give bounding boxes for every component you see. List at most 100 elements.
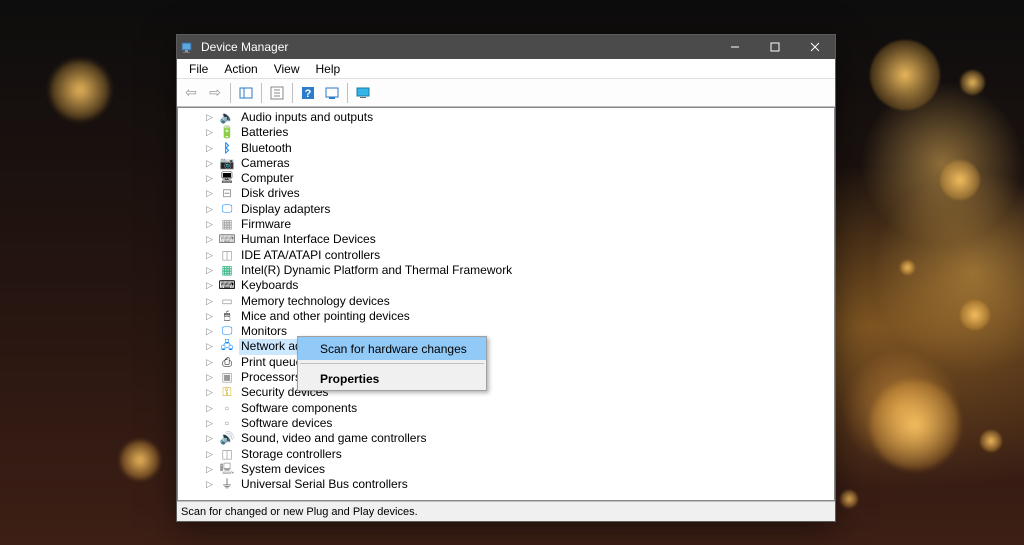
tree-node-label: Memory technology devices (239, 294, 392, 309)
device-category-icon (219, 309, 235, 325)
tree-node[interactable]: Human Interface Devices (178, 232, 834, 247)
tree-node[interactable]: Software devices (178, 416, 834, 431)
device-category-icon (219, 125, 235, 141)
properties-button[interactable] (266, 82, 288, 104)
tree-node[interactable]: Monitors (178, 324, 834, 339)
tree-node-label: System devices (239, 462, 327, 477)
tree-node[interactable]: Intel(R) Dynamic Platform and Thermal Fr… (178, 263, 834, 278)
device-category-icon (219, 416, 235, 432)
tree-node[interactable]: Storage controllers (178, 447, 834, 462)
expand-icon[interactable] (204, 403, 215, 414)
device-tree: Audio inputs and outputsBatteriesBluetoo… (178, 108, 834, 496)
device-category-icon (219, 186, 235, 202)
menu-help[interactable]: Help (308, 61, 349, 77)
device-category-icon (219, 477, 235, 493)
expand-icon[interactable] (204, 265, 215, 276)
expand-icon[interactable] (204, 143, 215, 154)
tree-node[interactable]: Audio inputs and outputs (178, 110, 834, 125)
expand-icon[interactable] (204, 173, 215, 184)
tree-node[interactable]: Bluetooth (178, 141, 834, 156)
expand-icon[interactable] (204, 387, 215, 398)
toolbar-separator (230, 83, 231, 103)
tree-node[interactable]: Display adapters (178, 202, 834, 217)
tree-node[interactable]: Mice and other pointing devices (178, 309, 834, 324)
expand-icon[interactable] (204, 326, 215, 337)
tree-node[interactable]: Memory technology devices (178, 294, 834, 309)
context-scan-hardware[interactable]: Scan for hardware changes (298, 337, 486, 360)
menu-view[interactable]: View (266, 61, 308, 77)
tree-node[interactable]: Disk drives (178, 186, 834, 201)
forward-button[interactable]: ⇨ (204, 82, 226, 104)
expand-icon[interactable] (204, 433, 215, 444)
device-category-icon (219, 263, 235, 279)
tree-node-label: IDE ATA/ATAPI controllers (239, 248, 382, 263)
device-tree-pane: Audio inputs and outputsBatteriesBluetoo… (177, 107, 835, 501)
expand-icon[interactable] (204, 372, 215, 383)
expand-icon[interactable] (204, 189, 215, 200)
expand-icon[interactable] (204, 342, 215, 353)
context-menu: Scan for hardware changes Properties (297, 336, 487, 391)
tree-node-label: Monitors (239, 324, 289, 339)
expand-icon[interactable] (204, 296, 215, 307)
help-button[interactable]: ? (297, 82, 319, 104)
toolbar: ⇦ ⇨ ? (177, 79, 835, 107)
expand-icon[interactable] (204, 219, 215, 230)
maximize-button[interactable] (755, 35, 795, 59)
tree-node[interactable]: Firmware (178, 217, 834, 232)
tree-node[interactable]: IDE ATA/ATAPI controllers (178, 248, 834, 263)
expand-icon[interactable] (204, 449, 215, 460)
tree-node[interactable]: Sound, video and game controllers (178, 431, 834, 446)
minimize-button[interactable] (715, 35, 755, 59)
tree-node-label: Firmware (239, 217, 293, 232)
tree-node-label: Universal Serial Bus controllers (239, 477, 410, 492)
scan-hardware-button[interactable] (321, 82, 343, 104)
back-button[interactable]: ⇦ (180, 82, 202, 104)
device-category-icon (219, 385, 235, 401)
expand-icon[interactable] (204, 479, 215, 490)
menubar: File Action View Help (177, 59, 835, 79)
expand-icon[interactable] (204, 311, 215, 322)
expand-icon[interactable] (204, 235, 215, 246)
tree-node[interactable]: Processors (178, 370, 834, 385)
expand-icon[interactable] (204, 112, 215, 123)
tree-node[interactable]: System devices (178, 462, 834, 477)
expand-icon[interactable] (204, 280, 215, 291)
device-category-icon (219, 354, 235, 370)
device-category-icon (219, 278, 235, 294)
expand-icon[interactable] (204, 357, 215, 368)
device-category-icon (219, 140, 235, 156)
device-category-icon (219, 232, 235, 248)
tree-node-label: Disk drives (239, 186, 302, 201)
expand-icon[interactable] (204, 250, 215, 261)
expand-icon[interactable] (204, 127, 215, 138)
tree-node[interactable]: Universal Serial Bus controllers (178, 477, 834, 492)
tree-node[interactable]: Print queues (178, 355, 834, 370)
toolbar-separator (261, 83, 262, 103)
tree-node-label: Cameras (239, 156, 292, 171)
tree-node[interactable]: Keyboards (178, 278, 834, 293)
app-icon (177, 40, 199, 54)
close-button[interactable] (795, 35, 835, 59)
menu-file[interactable]: File (181, 61, 216, 77)
monitor-button[interactable] (352, 82, 374, 104)
context-properties[interactable]: Properties (298, 367, 486, 390)
tree-scroll[interactable]: Audio inputs and outputsBatteriesBluetoo… (178, 108, 834, 500)
tree-node-label: Keyboards (239, 278, 300, 293)
titlebar[interactable]: Device Manager (177, 35, 835, 59)
tree-node[interactable]: Cameras (178, 156, 834, 171)
menu-action[interactable]: Action (216, 61, 265, 77)
tree-node-label: Human Interface Devices (239, 232, 378, 247)
tree-node[interactable]: Software components (178, 401, 834, 416)
device-category-icon (219, 171, 235, 187)
expand-icon[interactable] (204, 158, 215, 169)
expand-icon[interactable] (204, 464, 215, 475)
show-hide-console-tree-button[interactable] (235, 82, 257, 104)
tree-node-label: Processors (239, 370, 303, 385)
device-category-icon (219, 431, 235, 447)
expand-icon[interactable] (204, 204, 215, 215)
expand-icon[interactable] (204, 418, 215, 429)
tree-node[interactable]: Batteries (178, 125, 834, 140)
tree-node[interactable]: Computer (178, 171, 834, 186)
tree-node[interactable]: Network adapt (178, 339, 834, 354)
tree-node[interactable]: Security devices (178, 385, 834, 400)
